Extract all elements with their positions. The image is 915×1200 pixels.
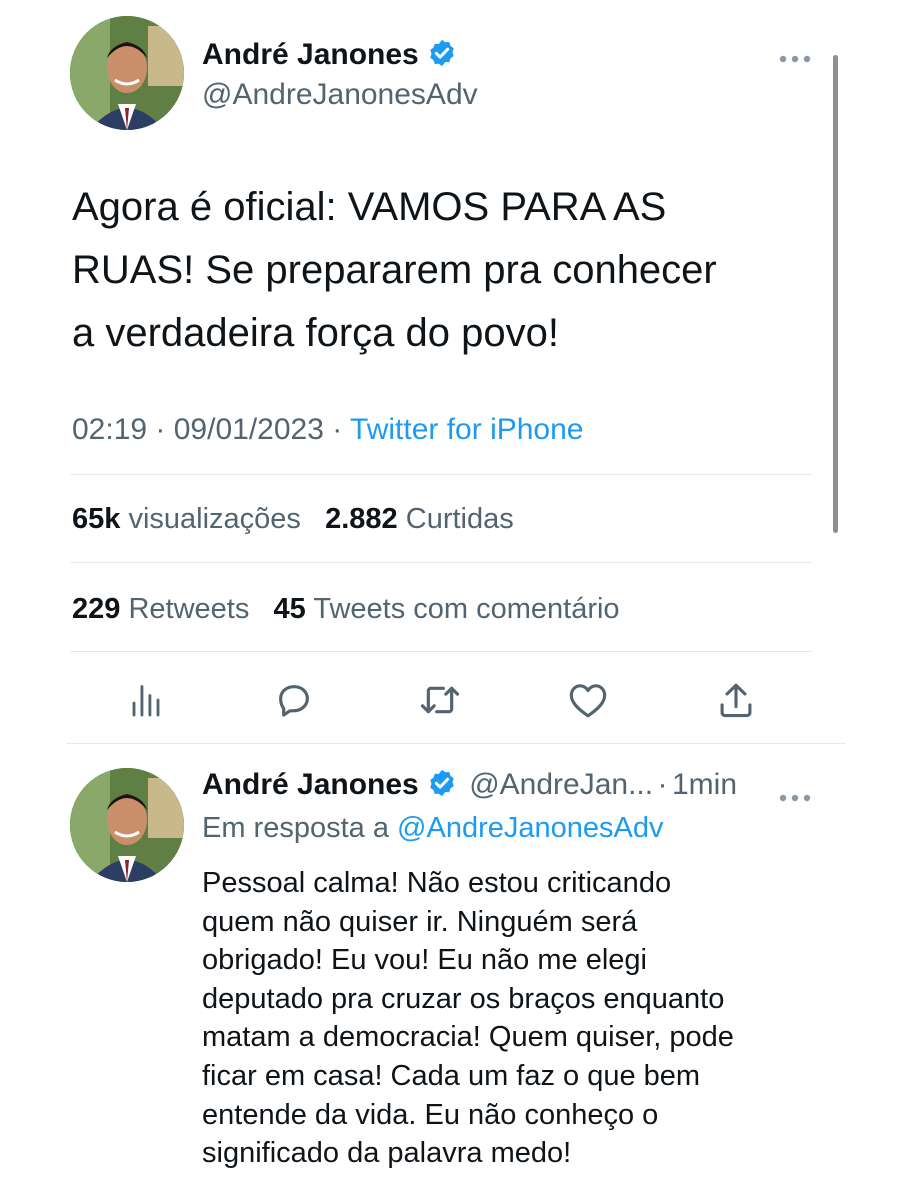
reply-header: André Janones @AndreJan... · 1min — [202, 768, 737, 803]
tweet-date: 09/01/2023 — [173, 413, 324, 446]
reply-age[interactable]: 1min — [672, 768, 737, 801]
reply-text-line: ficar em casa! Cada um faz o que bem — [202, 1059, 701, 1092]
analytics-icon[interactable] — [128, 682, 164, 718]
tweet-source-link[interactable]: Twitter for iPhone — [350, 413, 583, 446]
more-dots-icon[interactable] — [778, 40, 812, 71]
meta-separator: · — [155, 413, 174, 446]
share-icon[interactable] — [718, 680, 754, 720]
author-handle[interactable]: @AndreJanonesAdv — [202, 78, 478, 112]
scrollbar-thumb[interactable] — [833, 55, 838, 533]
views-count: 65k — [72, 503, 121, 535]
verified-badge-icon — [427, 38, 457, 76]
divider — [70, 562, 812, 563]
verified-badge-icon — [427, 768, 457, 803]
likes-stat[interactable]: 2.882 Curtidas — [325, 503, 514, 535]
views-label: visualizações — [128, 503, 301, 535]
tweet-text-line: Agora é oficial: VAMOS PARA AS — [72, 185, 667, 229]
reply-author-avatar[interactable] — [70, 768, 184, 882]
reply-text-line: deputado pra cruzar os braços enquanto — [202, 982, 725, 1015]
replying-to: Em resposta a @AndreJanonesAdv — [202, 812, 663, 845]
replying-to-label: Em resposta a — [202, 812, 389, 844]
reply-text-line: matam a democracia! Quem quiser, pode — [202, 1021, 734, 1054]
reply-separator: · — [657, 768, 668, 801]
like-icon[interactable] — [568, 681, 608, 719]
more-dots-icon[interactable] — [778, 779, 812, 810]
reply-author-name[interactable]: André Janones — [202, 768, 419, 801]
author-name[interactable]: André Janones — [202, 38, 457, 76]
reply-author-handle[interactable]: @AndreJan... — [469, 768, 653, 801]
reply-text-line: obrigado! Eu vou! Eu não me elegi — [202, 944, 647, 977]
meta-separator: · — [332, 413, 351, 446]
reply-icon[interactable] — [274, 680, 314, 720]
tweet-meta: 02:19 · 09/01/2023 · Twitter for iPhone — [72, 413, 583, 447]
tweet-text-line: RUAS! Se prepararem pra conhecer — [72, 248, 717, 292]
reply-text-line: entende da vida. Eu não conheço o — [202, 1098, 659, 1131]
quotes-label: Tweets com comentário — [313, 593, 620, 625]
reply-text-line: quem não quiser ir. Ninguém será — [202, 905, 638, 938]
tweet-text-line: a verdadeira força do povo! — [72, 311, 559, 355]
tweet-text: Agora é oficial: VAMOS PARA AS RUAS! Se … — [72, 176, 832, 365]
stats-views-likes: 65k visualizações 2.882 Curtidas — [72, 503, 514, 536]
reply-text: Pessoal calma! Não estou criticando quem… — [202, 864, 842, 1173]
quotes-count: 45 — [273, 593, 306, 625]
retweets-stat[interactable]: 229 Retweets — [72, 593, 249, 625]
reply-text-line: Pessoal calma! Não estou criticando — [202, 867, 672, 899]
tweet-time: 02:19 — [72, 413, 148, 446]
retweet-icon[interactable] — [418, 680, 462, 720]
views-stat[interactable]: 65k visualizações — [72, 503, 301, 535]
replying-to-handle-link[interactable]: @AndreJanonesAdv — [397, 812, 663, 844]
retweets-count: 229 — [72, 593, 121, 625]
author-avatar[interactable] — [70, 16, 184, 130]
divider — [70, 474, 812, 475]
stats-retweets-quotes: 229 Retweets 45 Tweets com comentário — [72, 593, 620, 626]
divider — [70, 651, 812, 652]
retweets-label: Retweets — [128, 593, 250, 625]
author-name-text[interactable]: André Janones — [202, 38, 419, 71]
likes-count: 2.882 — [325, 503, 398, 535]
divider — [66, 743, 846, 744]
reply-text-line: significado da palavra medo! — [202, 1137, 572, 1170]
likes-label: Curtidas — [405, 503, 514, 535]
quotes-stat[interactable]: 45 Tweets com comentário — [274, 593, 620, 625]
